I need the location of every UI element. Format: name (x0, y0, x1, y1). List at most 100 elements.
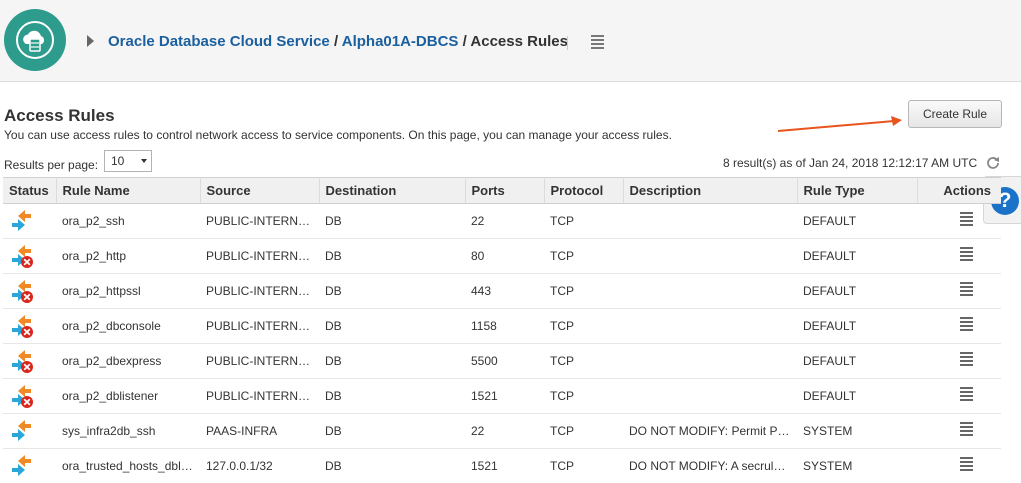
rule-name-cell: sys_infra2db_ssh (56, 413, 200, 449)
protocol-cell: TCP (544, 273, 623, 309)
column-header-status[interactable]: Status (3, 177, 57, 204)
protocol-cell: TCP (544, 378, 623, 414)
destination-cell: DB (319, 343, 465, 379)
table-row[interactable]: sys_infra2db_ssh PAAS-INFRA DB 22 TCP DO NOT … (3, 413, 1001, 449)
breadcrumb-separator: / (462, 33, 467, 50)
status-cell (3, 343, 56, 379)
column-header-rule-name[interactable]: Rule Name (56, 177, 201, 204)
hamburger-menu-icon[interactable] (959, 386, 973, 403)
destination-cell: DB (319, 273, 465, 309)
rule-type-cell: DEFAULT (797, 378, 917, 414)
ports-cell: 443 (465, 273, 544, 309)
description-cell: DO NOT MODIFY: Permit P… (623, 413, 797, 449)
breadcrumb-link-instance[interactable]: Alpha01A-DBCS (342, 33, 459, 50)
actions-cell (917, 413, 1001, 449)
table-row[interactable]: ora_trusted_hosts_dbl… 127.0.0.1/32 DB 1521… (3, 448, 1001, 483)
source-cell: PUBLIC-INTERNET (200, 238, 319, 274)
description-cell (623, 273, 797, 309)
table-row[interactable]: ora_p2_ssh PUBLIC-INTERNET DB 22 TCP DEFAULT (3, 203, 1001, 239)
rule-type-cell: DEFAULT (797, 308, 917, 344)
results-per-page-label: Results per page: (4, 158, 99, 172)
rule-name-cell: ora_p2_ssh (56, 203, 200, 239)
status-cell (3, 273, 56, 309)
actions-cell (917, 448, 1001, 483)
source-cell: PUBLIC-INTERNET (200, 378, 319, 414)
column-header-ports[interactable]: Ports (465, 177, 545, 204)
table-row[interactable]: ora_p2_dbconsole PUBLIC-INTERNET DB 1158 TCP… (3, 308, 1001, 344)
destination-cell: DB (319, 378, 465, 414)
bidirectional-arrows-disabled-icon (9, 383, 35, 409)
source-cell: PUBLIC-INTERNET (200, 203, 319, 239)
source-cell: PUBLIC-INTERNET (200, 273, 319, 309)
breadcrumb-link-service[interactable]: Oracle Database Cloud Service (108, 33, 330, 50)
rule-type-cell: DEFAULT (797, 273, 917, 309)
rule-type-cell: SYSTEM (797, 413, 917, 449)
source-cell: 127.0.0.1/32 (200, 448, 319, 483)
access-rules-table: Status Rule Name Source Destination Port… (3, 177, 1001, 483)
hamburger-menu-icon[interactable] (959, 316, 973, 333)
annotation-arrow-icon (777, 116, 902, 132)
bidirectional-arrows-disabled-icon (9, 348, 35, 374)
description-cell (623, 378, 797, 414)
table-row[interactable]: ora_p2_dbexpress PUBLIC-INTERNET DB 5500 TCP… (3, 343, 1001, 379)
page-description: You can use access rules to control netw… (4, 128, 672, 142)
column-header-rule-type[interactable]: Rule Type (797, 177, 918, 204)
hamburger-menu-icon[interactable] (959, 211, 973, 228)
protocol-cell: TCP (544, 308, 623, 344)
status-cell (3, 238, 56, 274)
column-header-source[interactable]: Source (200, 177, 320, 204)
hamburger-menu-icon[interactable] (959, 281, 973, 298)
divider (567, 36, 568, 50)
description-cell (623, 238, 797, 274)
top-bar: Oracle Database Cloud Service / Alpha01A… (0, 0, 1021, 82)
refresh-icon[interactable] (985, 155, 1001, 171)
actions-cell (917, 273, 1001, 309)
hamburger-menu-icon[interactable] (959, 421, 973, 438)
hamburger-menu-icon[interactable] (591, 35, 604, 49)
table-row[interactable]: ora_p2_dblistener PUBLIC-INTERNET DB 1521 TC… (3, 378, 1001, 414)
chevron-down-icon (141, 159, 147, 163)
column-header-protocol[interactable]: Protocol (544, 177, 624, 204)
bidirectional-arrows-disabled-icon (9, 313, 35, 339)
create-rule-button[interactable]: Create Rule (908, 100, 1002, 128)
status-cell (3, 378, 56, 414)
ports-cell: 1158 (465, 308, 544, 344)
ports-cell: 5500 (465, 343, 544, 379)
actions-cell (917, 203, 1001, 239)
table-row[interactable]: ora_p2_http PUBLIC-INTERNET DB 80 TCP DEFAULT (3, 238, 1001, 274)
table-header-row: Status Rule Name Source Destination Port… (3, 177, 1001, 204)
description-cell (623, 308, 797, 344)
results-per-page-select[interactable]: 10 (104, 150, 152, 172)
cloud-database-icon[interactable] (4, 9, 66, 71)
rule-type-cell: DEFAULT (797, 343, 917, 379)
ports-cell: 1521 (465, 448, 544, 483)
results-per-page-value: 10 (111, 154, 125, 168)
protocol-cell: TCP (544, 343, 623, 379)
breadcrumb-separator: / (333, 33, 339, 50)
table-row[interactable]: ora_p2_httpssl PUBLIC-INTERNET DB 443 TCP DEF… (3, 273, 1001, 309)
bidirectional-arrows-icon (9, 418, 35, 444)
destination-cell: DB (319, 448, 465, 483)
protocol-cell: TCP (544, 448, 623, 483)
ports-cell: 22 (465, 413, 544, 449)
column-header-destination[interactable]: Destination (319, 177, 466, 204)
bidirectional-arrows-disabled-icon (9, 243, 35, 269)
ports-cell: 22 (465, 203, 544, 239)
status-cell (3, 413, 56, 449)
rule-name-cell: ora_p2_dbconsole (56, 308, 200, 344)
actions-cell (917, 343, 1001, 379)
status-cell (3, 203, 56, 239)
actions-cell (917, 378, 1001, 414)
hamburger-menu-icon[interactable] (959, 246, 973, 263)
breadcrumb-expand-icon[interactable] (87, 35, 94, 47)
ports-cell: 80 (465, 238, 544, 274)
rule-name-cell: ora_p2_dblistener (56, 378, 200, 414)
hamburger-menu-icon[interactable] (959, 351, 973, 368)
page-title: Access Rules (4, 106, 115, 125)
column-header-description[interactable]: Description (623, 177, 798, 204)
bidirectional-arrows-disabled-icon (9, 278, 35, 304)
status-cell (3, 448, 56, 483)
destination-cell: DB (319, 238, 465, 274)
rule-name-cell: ora_p2_http (56, 238, 200, 274)
hamburger-menu-icon[interactable] (959, 456, 973, 473)
